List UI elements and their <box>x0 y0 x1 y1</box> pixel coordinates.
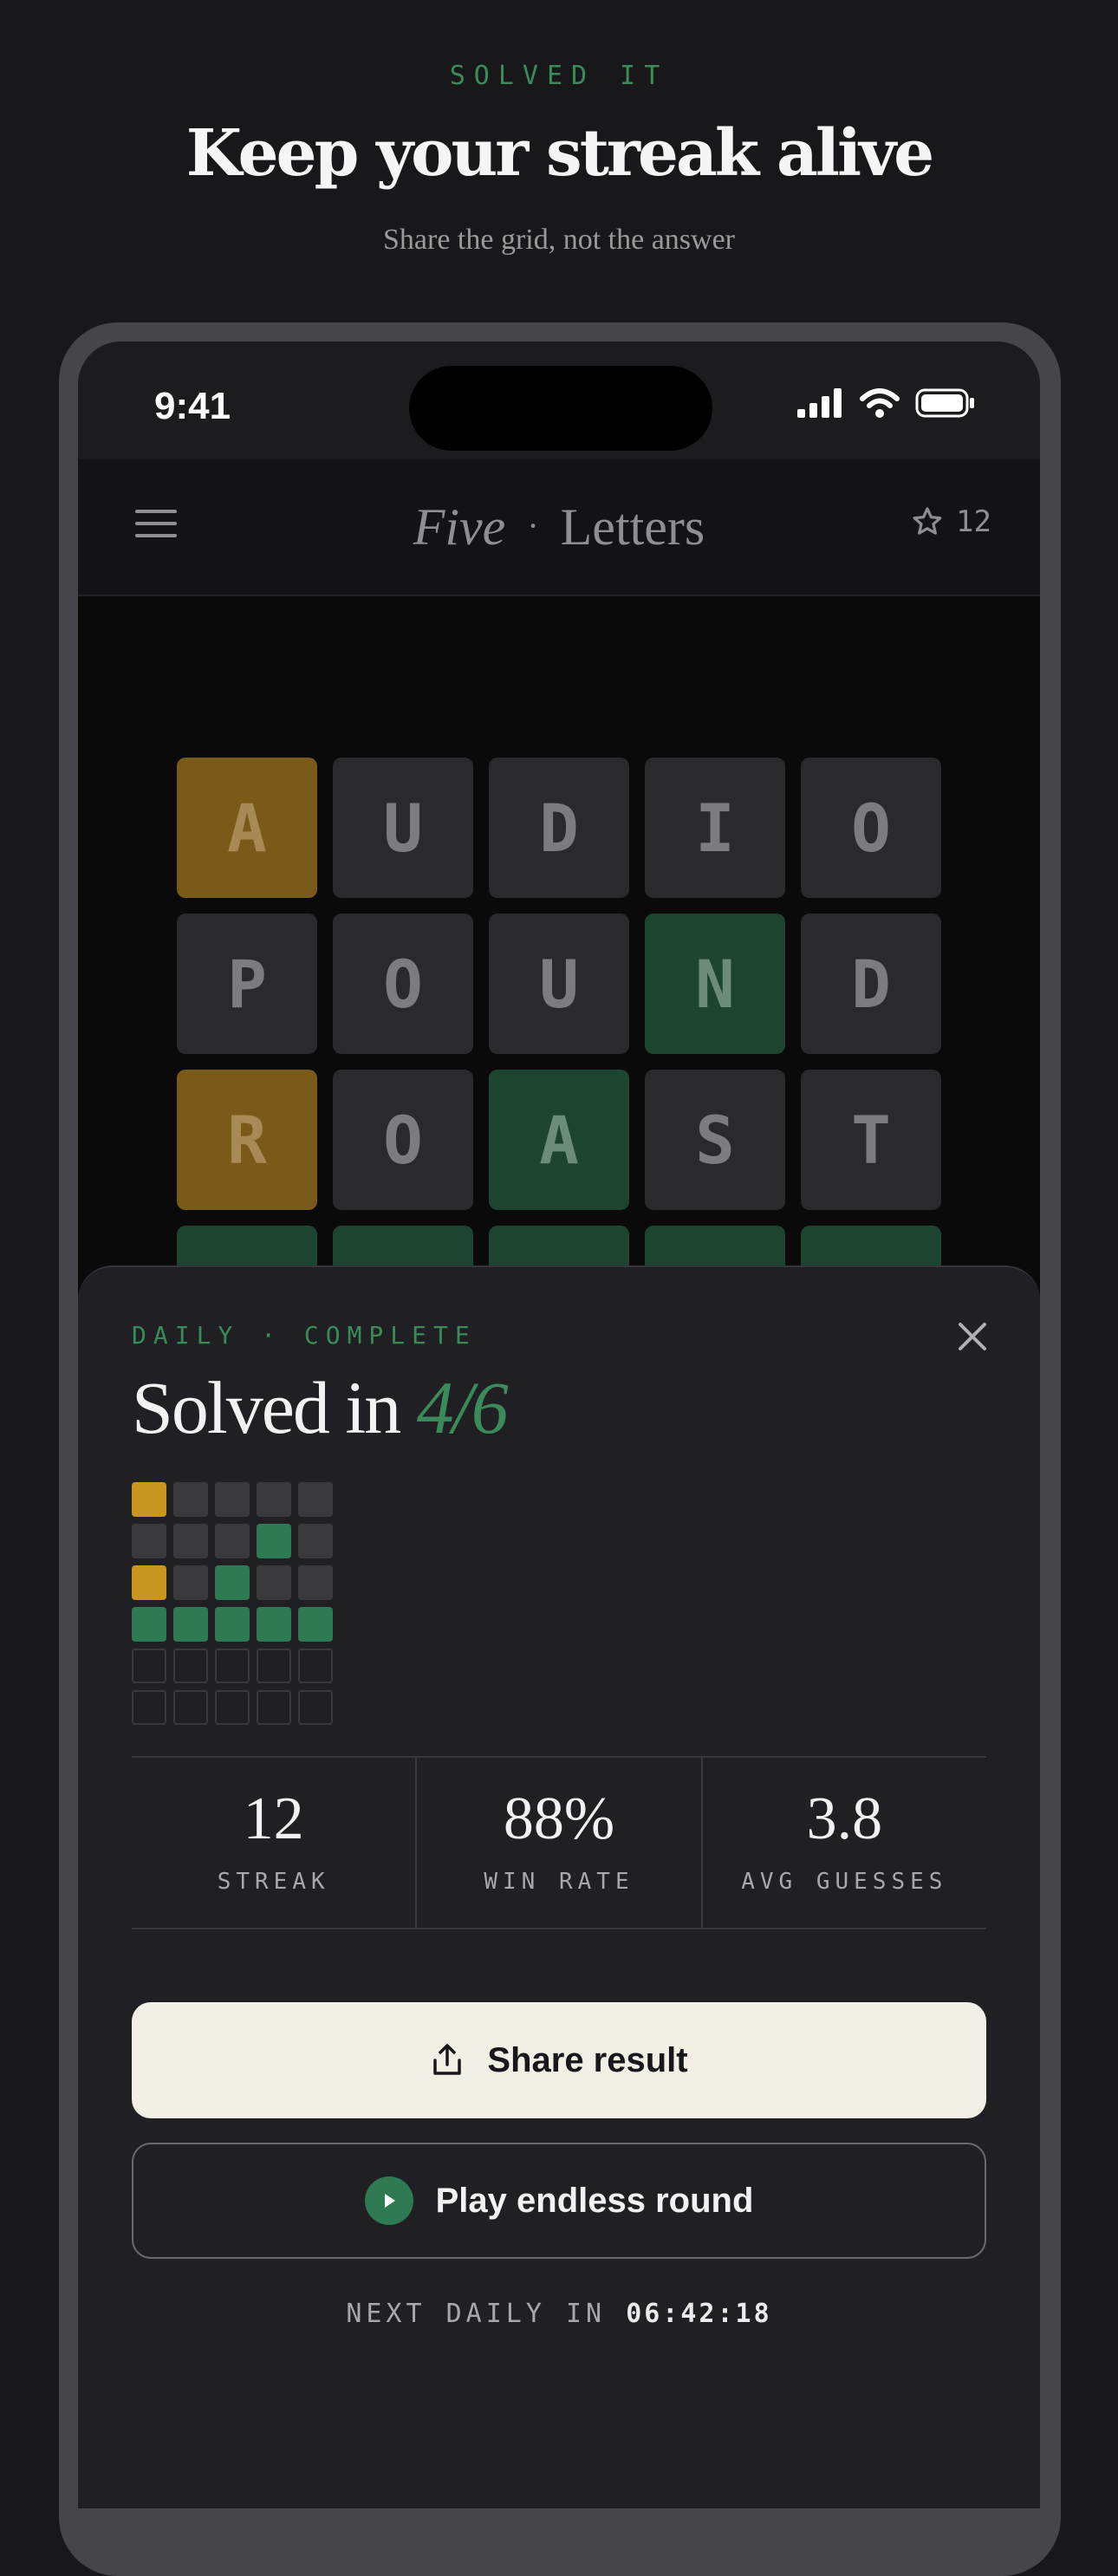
share-icon <box>433 2044 462 2075</box>
close-icon[interactable] <box>953 1317 991 1356</box>
status-icons <box>797 388 976 418</box>
status-time: 9:41 <box>154 385 231 427</box>
board-tile: P <box>177 914 317 1054</box>
stats-row: 12 STREAK 88% WIN RATE 3.8 AVG GUESSES <box>132 1756 986 1929</box>
star-count-value: 12 <box>956 504 991 539</box>
app-title: Five · Letters <box>78 498 1040 557</box>
mini-grid-cell <box>257 1565 291 1600</box>
board-tile: D <box>489 758 629 898</box>
mini-grid-cell <box>215 1482 250 1517</box>
mini-grid-row <box>132 1482 333 1517</box>
phone-screen: 9:41 Five · Letters 12 A U D I O P O U N… <box>78 342 1040 2508</box>
next-daily-countdown: 06:42:18 <box>626 2299 772 2329</box>
board-row: POUND <box>177 914 941 1054</box>
board-tile: U <box>489 914 629 1054</box>
mini-grid-row <box>132 1607 333 1642</box>
stat-streak: 12 STREAK <box>132 1758 418 1928</box>
mini-grid-cell <box>173 1690 208 1725</box>
share-result-label: Share result <box>487 2040 688 2079</box>
solved-title: Solved in 4/6 <box>132 1364 509 1451</box>
mini-grid-cell <box>257 1607 291 1642</box>
mini-grid-cell <box>298 1607 333 1642</box>
result-sheet: DAILY · COMPLETE Solved in 4/6 12 STREAK… <box>78 1265 1040 2508</box>
play-icon <box>364 2176 413 2225</box>
stat-value: 88% <box>503 1786 615 1852</box>
app-title-letters: Letters <box>560 498 705 556</box>
board-row: AUDIO <box>177 758 941 898</box>
board-tile: A <box>489 1070 629 1210</box>
mini-grid-row <box>132 1649 333 1683</box>
board-row: ROAST <box>177 1070 941 1210</box>
board-tile: A <box>177 758 317 898</box>
mini-grid-cell <box>298 1690 333 1725</box>
promo-subline: Share the grid, not the answer <box>383 224 735 256</box>
mini-grid-cell <box>173 1524 208 1558</box>
mini-grid-cell <box>173 1565 208 1600</box>
app-title-five: Five <box>413 498 506 556</box>
mini-grid-cell <box>215 1649 250 1683</box>
board-tile: N <box>645 914 785 1054</box>
mini-grid-cell <box>132 1607 166 1642</box>
signal-icon <box>797 388 842 418</box>
battery-icon <box>915 388 974 418</box>
mini-grid-cell <box>298 1524 333 1558</box>
status-bar: 9:41 <box>78 342 1040 459</box>
wifi-icon <box>860 388 900 418</box>
play-endless-label: Play endless round <box>435 2181 754 2220</box>
mini-grid-cell <box>173 1607 208 1642</box>
board-tile: S <box>645 1070 785 1210</box>
mini-grid-cell <box>298 1565 333 1600</box>
mini-grid-cell <box>257 1482 291 1517</box>
mini-grid-cell <box>215 1690 250 1725</box>
board-tile: I <box>645 758 785 898</box>
share-result-button[interactable]: Share result <box>132 2002 986 2118</box>
sheet-eyebrow: DAILY · COMPLETE <box>132 1321 477 1350</box>
board-tile: O <box>801 758 941 898</box>
solved-title-prefix: Solved in <box>132 1366 417 1449</box>
star-icon <box>913 507 942 535</box>
mini-grid-cell <box>298 1649 333 1683</box>
stat-value: 12 <box>243 1786 304 1852</box>
board-tile: O <box>333 914 473 1054</box>
mini-grid-cell <box>132 1565 166 1600</box>
dynamic-island <box>409 366 712 451</box>
mini-grid-cell <box>132 1690 166 1725</box>
board-tile: O <box>333 1070 473 1210</box>
mini-grid-row <box>132 1565 333 1600</box>
mini-grid-cell <box>132 1649 166 1683</box>
next-daily-prefix: NEXT DAILY IN <box>346 2299 627 2329</box>
mini-grid-row <box>132 1690 333 1725</box>
board-tile: T <box>801 1070 941 1210</box>
solved-score: 4/6 <box>416 1366 509 1449</box>
mini-grid-cell <box>132 1482 166 1517</box>
mini-grid-cell <box>215 1565 250 1600</box>
mini-grid-cell <box>132 1524 166 1558</box>
board-tile: D <box>801 914 941 1054</box>
stat-avg-guesses: 3.8 AVG GUESSES <box>703 1758 986 1928</box>
board-tile: R <box>177 1070 317 1210</box>
mini-grid-cell <box>215 1607 250 1642</box>
star-count-button[interactable]: 12 <box>911 504 991 539</box>
stat-win-rate: 88% WIN RATE <box>417 1758 703 1928</box>
app-header: Five · Letters 12 <box>78 459 1040 596</box>
promo-headline: Keep your streak alive <box>185 116 934 191</box>
mini-grid-cell <box>257 1690 291 1725</box>
mini-grid-cell <box>215 1524 250 1558</box>
app-title-separator: · <box>527 506 539 545</box>
mini-grid-row <box>132 1524 333 1558</box>
mini-grid-cell <box>257 1524 291 1558</box>
promo-eyebrow: SOLVED IT <box>449 61 669 91</box>
mini-result-grid <box>132 1482 333 1732</box>
stat-label: AVG GUESSES <box>741 1869 948 1895</box>
play-endless-button[interactable]: Play endless round <box>132 2143 986 2259</box>
next-daily-timer: NEXT DAILY IN 06:42:18 <box>78 2299 1040 2329</box>
stat-value: 3.8 <box>806 1786 883 1852</box>
stat-label: STREAK <box>217 1869 330 1895</box>
mini-grid-cell <box>173 1482 208 1517</box>
stat-label: WIN RATE <box>484 1869 634 1895</box>
mini-grid-cell <box>173 1649 208 1683</box>
board-tile: U <box>333 758 473 898</box>
mini-grid-cell <box>298 1482 333 1517</box>
mini-grid-cell <box>257 1649 291 1683</box>
